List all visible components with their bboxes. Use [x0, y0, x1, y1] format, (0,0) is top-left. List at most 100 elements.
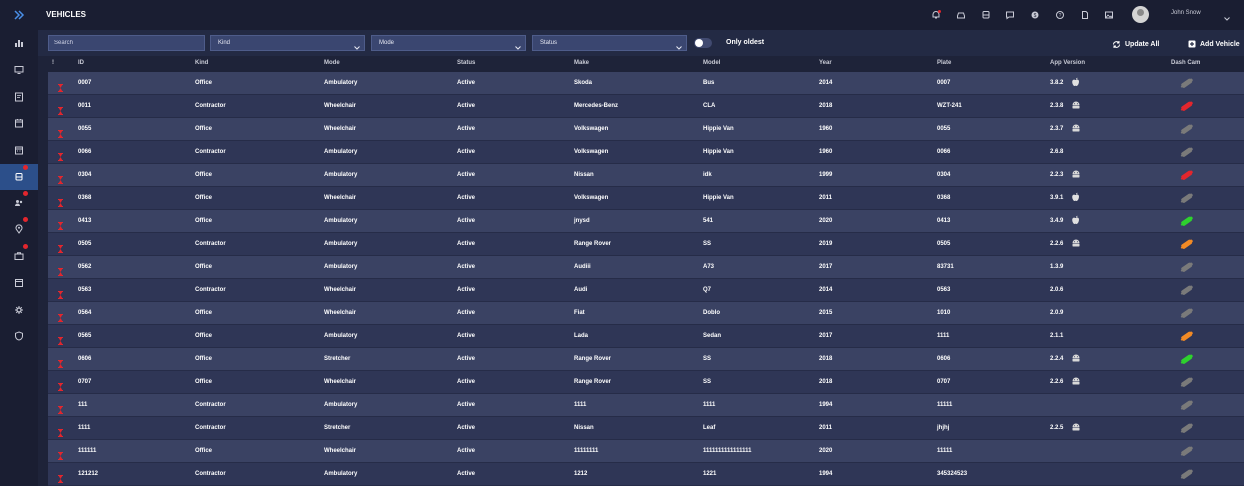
add-vehicle-button[interactable]: Add Vehicle [1188, 38, 1240, 50]
dash-cam-icon[interactable] [1179, 329, 1195, 348]
table-row[interactable]: 0368 Office Wheelchair Active Volkswagen Hipp… [48, 187, 1244, 210]
cell-kind: Office [195, 264, 213, 270]
header-col-make[interactable]: Make [574, 60, 589, 66]
header-col-alert[interactable]: ! [52, 60, 54, 66]
table-row[interactable]: 0564 Office Wheelchair Active Fiat Doblo 2015 1… [48, 302, 1244, 325]
user-menu-chevron[interactable] [1223, 10, 1231, 28]
header-col-id[interactable]: ID [78, 60, 84, 66]
sidebar-item-notes[interactable] [0, 84, 38, 110]
sidebar-item-users[interactable] [0, 190, 38, 216]
table-row[interactable]: 1111 Contractor Stretcher Active Nissan Leaf 2… [48, 417, 1244, 440]
sidebar-item-security[interactable] [0, 323, 38, 349]
cell-make: Lada [574, 333, 589, 339]
dash-cam-icon[interactable] [1179, 260, 1195, 279]
notification-button[interactable] [929, 8, 943, 22]
image-button[interactable] [1102, 8, 1116, 22]
expand-sidebar-button[interactable] [0, 0, 38, 30]
table-row[interactable]: 0565 Office Ambulatory Active Lada Sedan 2017 1… [48, 325, 1244, 348]
dash-cam-icon[interactable] [1179, 398, 1195, 417]
sidebar-item-schedule[interactable] [0, 137, 38, 163]
sidebar-item-reports[interactable] [0, 270, 38, 296]
cell-year: 2017 [819, 333, 833, 339]
header-col-plate[interactable]: Plate [937, 60, 951, 66]
sidebar-item-messages[interactable] [0, 57, 38, 83]
document-button[interactable] [1078, 8, 1092, 22]
cell-model: 1221 [703, 471, 717, 477]
chat-button[interactable] [1003, 8, 1017, 22]
dash-cam-icon[interactable] [1179, 375, 1195, 394]
bus-button[interactable] [979, 8, 993, 22]
app-version-text: 2.0.9 [1050, 310, 1064, 316]
help-button[interactable]: ? [1053, 8, 1067, 22]
dash-cam-icon[interactable] [1179, 122, 1195, 141]
sidebar-item-settings[interactable] [0, 297, 38, 323]
cell-id: 121212 [78, 471, 99, 477]
cell-make: 1111 [574, 402, 587, 408]
user-name[interactable]: John Snow [1171, 10, 1201, 16]
table-row[interactable]: 121212 Contractor Ambulatory Active 1212 1221… [48, 463, 1244, 486]
dash-cam-icon[interactable] [1179, 168, 1195, 187]
table-row[interactable]: 111 Contractor Ambulatory Active 1111 1111 199… [48, 394, 1244, 417]
cell-year: 2014 [819, 80, 833, 86]
dash-cam-icon[interactable] [1179, 444, 1195, 463]
sidebar-item-calendar[interactable] [0, 110, 38, 136]
dash-cam-icon[interactable] [1179, 191, 1195, 210]
sidebar-item-dashboard[interactable] [0, 30, 38, 56]
car-notification-button[interactable] [954, 8, 968, 22]
cell-plate: jhjhj [937, 425, 950, 431]
avatar[interactable] [1132, 6, 1149, 23]
cell-id: 0007 [78, 80, 92, 86]
table-row[interactable]: 0606 Office Stretcher Active Range Rover SS 20… [48, 348, 1244, 371]
dash-cam-icon[interactable] [1179, 214, 1195, 233]
bell-icon [932, 10, 941, 19]
dash-cam-icon[interactable] [1179, 237, 1195, 256]
sidebar-item-locations[interactable] [0, 216, 38, 242]
dash-cam-icon[interactable] [1179, 421, 1195, 440]
table-row[interactable]: 0707 Office Wheelchair Active Range Rover SS 2… [48, 371, 1244, 394]
cell-mode: Wheelchair [324, 103, 357, 109]
calendar-icon [15, 119, 23, 128]
cell-make: Nissan [574, 172, 594, 178]
table-row[interactable]: 0413 Office Ambulatory Active jnysd 541 2020 04… [48, 210, 1244, 233]
only-oldest-toggle[interactable] [694, 38, 712, 48]
header-col-app-version[interactable]: App Version [1050, 60, 1085, 66]
table-row[interactable]: 111111 Office Wheelchair Active 11111111 1111… [48, 440, 1244, 463]
header-col-mode[interactable]: Mode [324, 60, 340, 66]
mode-select[interactable]: Mode [371, 35, 526, 51]
sidebar-item-vehicles[interactable] [0, 164, 38, 190]
cell-status: Active [457, 425, 476, 431]
dash-cam-icon[interactable] [1179, 76, 1195, 95]
cell-status: Active [457, 126, 476, 132]
dash-cam-icon[interactable] [1179, 306, 1195, 325]
header-col-dash-cam[interactable]: Dash Cam [1171, 60, 1200, 66]
kind-select[interactable]: Kind [210, 35, 365, 51]
cell-status: Active [457, 218, 476, 224]
sidebar-item-jobs[interactable] [0, 243, 38, 269]
table-row[interactable]: 0562 Office Ambulatory Active Audiii A73 2017 8… [48, 256, 1244, 279]
header-col-year[interactable]: Year [819, 60, 832, 66]
dash-cam-icon[interactable] [1179, 283, 1195, 302]
status-select[interactable]: Status [532, 35, 687, 51]
dash-cam-icon[interactable] [1179, 99, 1195, 118]
table-row[interactable]: 0011 Contractor Wheelchair Active Mercedes-B… [48, 95, 1244, 118]
cell-year: 1999 [819, 172, 833, 178]
header-col-kind[interactable]: Kind [195, 60, 208, 66]
table-row[interactable]: 0505 Contractor Ambulatory Active Range Rove… [48, 233, 1244, 256]
table-row[interactable]: 0007 Office Ambulatory Active Skoda Bus 2014 00… [48, 72, 1244, 95]
table-row[interactable]: 0055 Office Wheelchair Active Volkswagen Hipp… [48, 118, 1244, 141]
update-all-button[interactable]: Update All [1112, 38, 1159, 50]
dash-cam-icon[interactable] [1179, 467, 1195, 486]
cell-mode: Ambulatory [324, 218, 358, 224]
table-row[interactable]: 0563 Contractor Wheelchair Active Audi Q7 2014… [48, 279, 1244, 302]
cell-plate: 1010 [937, 310, 951, 316]
dash-cam-icon[interactable] [1179, 352, 1195, 371]
dash-cam-icon[interactable] [1179, 145, 1195, 164]
search-input[interactable] [48, 35, 205, 51]
dollar-button[interactable]: $ [1028, 8, 1042, 22]
table-row[interactable]: 0066 Contractor Ambulatory Active Volkswagen… [48, 141, 1244, 164]
header-col-status[interactable]: Status [457, 60, 475, 66]
header-col-model[interactable]: Model [703, 60, 720, 66]
cell-plate: 0505 [937, 241, 951, 247]
app-version-text: 3.8.2 [1050, 80, 1064, 86]
table-row[interactable]: 0304 Office Ambulatory Active Nissan idk 1999 0… [48, 164, 1244, 187]
